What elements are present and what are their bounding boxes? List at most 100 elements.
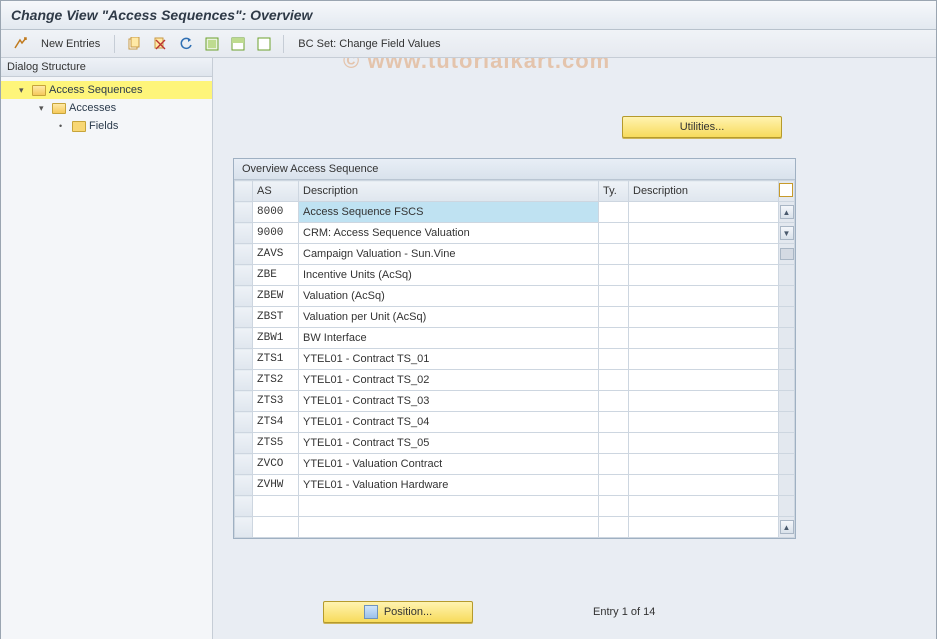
cell-description[interactable]: YTEL01 - Contract TS_05 <box>299 433 599 454</box>
cell-ty[interactable] <box>599 286 629 307</box>
cell-description[interactable]: YTEL01 - Contract TS_03 <box>299 391 599 412</box>
copy-icon[interactable] <box>123 34 145 54</box>
row-selector[interactable] <box>235 454 253 475</box>
tree-node-accesses[interactable]: ▾ Accesses <box>1 99 212 117</box>
col-header-description2[interactable]: Description <box>629 181 779 202</box>
cell-as[interactable]: ZBW1 <box>253 328 299 349</box>
table-row[interactable] <box>235 496 795 517</box>
cell-description2[interactable] <box>629 412 779 433</box>
cell-description2[interactable] <box>629 475 779 496</box>
cell-as[interactable] <box>253 517 299 538</box>
configure-columns-icon[interactable] <box>779 181 795 202</box>
cell-as[interactable]: ZTS4 <box>253 412 299 433</box>
table-row[interactable]: ZVHWYTEL01 - Valuation Hardware <box>235 475 795 496</box>
cell-as[interactable]: ZTS3 <box>253 391 299 412</box>
cell-as[interactable]: ZBE <box>253 265 299 286</box>
cell-description[interactable]: BW Interface <box>299 328 599 349</box>
row-selector[interactable] <box>235 286 253 307</box>
table-row[interactable]: ZBSTValuation per Unit (AcSq) <box>235 307 795 328</box>
expand-icon[interactable]: ▾ <box>39 103 49 114</box>
row-selector[interactable] <box>235 496 253 517</box>
row-selector[interactable] <box>235 391 253 412</box>
cell-ty[interactable] <box>599 433 629 454</box>
overview-grid[interactable]: AS Description Ty. Description 8000Acces… <box>234 180 795 538</box>
cell-description[interactable]: YTEL01 - Contract TS_01 <box>299 349 599 370</box>
cell-description[interactable]: Campaign Valuation - Sun.Vine <box>299 244 599 265</box>
utilities-button[interactable]: Utilities... <box>622 116 782 138</box>
col-header-ty[interactable]: Ty. <box>599 181 629 202</box>
cell-description2[interactable] <box>629 391 779 412</box>
row-selector[interactable] <box>235 517 253 538</box>
cell-as[interactable] <box>253 496 299 517</box>
undo-icon[interactable] <box>175 34 197 54</box>
scrollbar-track[interactable]: ▼ <box>779 223 795 244</box>
cell-ty[interactable] <box>599 412 629 433</box>
cell-description[interactable]: YTEL01 - Contract TS_02 <box>299 370 599 391</box>
cell-ty[interactable] <box>599 328 629 349</box>
cell-description2[interactable] <box>629 433 779 454</box>
row-selector[interactable] <box>235 349 253 370</box>
scroll-up-icon[interactable]: ▲ <box>780 205 794 219</box>
cell-as[interactable]: ZVHW <box>253 475 299 496</box>
scrollbar-track[interactable]: ▲ <box>779 517 795 538</box>
row-selector[interactable] <box>235 433 253 454</box>
cell-description2[interactable] <box>629 496 779 517</box>
cell-description[interactable] <box>299 517 599 538</box>
cell-description2[interactable] <box>629 202 779 223</box>
cell-ty[interactable] <box>599 265 629 286</box>
table-row[interactable]: 8000Access Sequence FSCS▲ <box>235 202 795 223</box>
cell-ty[interactable] <box>599 391 629 412</box>
deselect-all-icon[interactable] <box>253 34 275 54</box>
cell-ty[interactable] <box>599 202 629 223</box>
tree-node-fields[interactable]: • Fields <box>1 117 212 135</box>
cell-description2[interactable] <box>629 265 779 286</box>
cell-ty[interactable] <box>599 475 629 496</box>
position-button[interactable]: Position... <box>323 601 473 623</box>
scrollbar-track[interactable] <box>779 244 795 265</box>
tree-node-access-sequences[interactable]: ▾ Access Sequences <box>1 81 212 99</box>
cell-as[interactable]: ZVCO <box>253 454 299 475</box>
cell-description[interactable]: Valuation (AcSq) <box>299 286 599 307</box>
row-selector[interactable] <box>235 265 253 286</box>
table-row[interactable]: ZBEWValuation (AcSq) <box>235 286 795 307</box>
cell-ty[interactable] <box>599 454 629 475</box>
col-header-description[interactable]: Description <box>299 181 599 202</box>
new-entries-button[interactable]: New Entries <box>35 38 106 50</box>
cell-description2[interactable] <box>629 349 779 370</box>
table-row[interactable]: ZVCOYTEL01 - Valuation Contract <box>235 454 795 475</box>
cell-as[interactable]: ZTS2 <box>253 370 299 391</box>
cell-as[interactable]: ZBEW <box>253 286 299 307</box>
cell-description2[interactable] <box>629 307 779 328</box>
cell-as[interactable]: ZTS5 <box>253 433 299 454</box>
scroll-thumb[interactable] <box>780 248 794 260</box>
cell-description[interactable]: Access Sequence FSCS <box>299 202 599 223</box>
cell-description[interactable] <box>299 496 599 517</box>
col-header-as[interactable]: AS <box>253 181 299 202</box>
table-row[interactable]: ZTS5YTEL01 - Contract TS_05 <box>235 433 795 454</box>
cell-description[interactable]: Incentive Units (AcSq) <box>299 265 599 286</box>
row-selector[interactable] <box>235 475 253 496</box>
row-selector[interactable] <box>235 328 253 349</box>
cell-ty[interactable] <box>599 349 629 370</box>
cell-description[interactable]: YTEL01 - Valuation Hardware <box>299 475 599 496</box>
cell-ty[interactable] <box>599 496 629 517</box>
cell-ty[interactable] <box>599 307 629 328</box>
table-row[interactable]: ZBW1BW Interface <box>235 328 795 349</box>
scroll-page-up-icon[interactable]: ▲ <box>780 520 794 534</box>
cell-as[interactable]: ZAVS <box>253 244 299 265</box>
cell-ty[interactable] <box>599 223 629 244</box>
row-selector[interactable] <box>235 370 253 391</box>
row-selector[interactable] <box>235 223 253 244</box>
table-row[interactable]: ▲ <box>235 517 795 538</box>
cell-ty[interactable] <box>599 517 629 538</box>
cell-ty[interactable] <box>599 244 629 265</box>
cell-as[interactable]: 9000 <box>253 223 299 244</box>
row-selector[interactable] <box>235 412 253 433</box>
scrollbar-track[interactable]: ▲ <box>779 202 795 223</box>
cell-description[interactable]: YTEL01 - Valuation Contract <box>299 454 599 475</box>
table-row[interactable]: ZTS2YTEL01 - Contract TS_02 <box>235 370 795 391</box>
scroll-down-icon[interactable]: ▼ <box>780 226 794 240</box>
cell-description2[interactable] <box>629 328 779 349</box>
table-row[interactable]: ZAVSCampaign Valuation - Sun.Vine <box>235 244 795 265</box>
cell-ty[interactable] <box>599 370 629 391</box>
